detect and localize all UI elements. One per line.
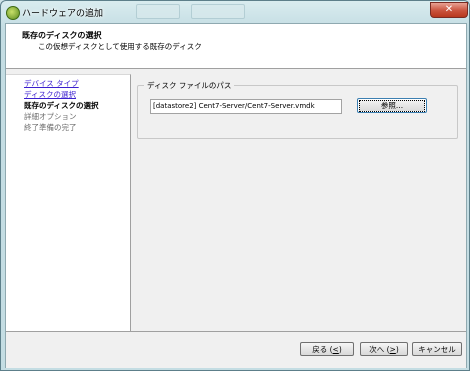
browse-button[interactable]: 参照... <box>357 98 427 113</box>
back-button-label: 戻る ( <box>312 345 333 354</box>
window-title: ハードウェアの追加 <box>22 9 104 19</box>
step-select-disk[interactable]: ディスクの選択 <box>24 89 76 100</box>
step-ready-to-complete: 終了準備の完了 <box>24 123 77 132</box>
next-button-label: 次へ ( <box>369 345 390 354</box>
steps-pane: デバイス タイプ ディスクの選択 既存のディスクの選択 詳細オプション 終了準備… <box>6 74 131 337</box>
background-tab <box>191 4 245 19</box>
next-button[interactable]: 次へ (>) <box>360 342 408 356</box>
disk-path-input[interactable] <box>150 99 342 114</box>
disk-path-group: ディスク ファイルのパス 参照... <box>137 80 458 139</box>
wizard-body: デバイス タイプ ディスクの選択 既存のディスクの選択 詳細オプション 終了準備… <box>6 69 466 337</box>
step-select-existing-disk: 既存のディスクの選択 <box>24 101 99 110</box>
wizard-footer: 戻る (<) 次へ (>) キャンセル <box>6 331 466 368</box>
wizard-client-area: 既存のディスクの選択 この仮想ディスクとして使用する既存のディスク デバイス タ… <box>5 23 467 368</box>
vsphere-app-icon <box>6 6 20 20</box>
wizard-header: 既存のディスクの選択 この仮想ディスクとして使用する既存のディスク <box>6 24 466 69</box>
browse-button-label: 参照... <box>359 100 425 112</box>
close-button[interactable]: ✕ <box>430 2 468 18</box>
next-button-paren: ) <box>395 345 399 354</box>
background-tab <box>136 4 180 19</box>
page-title: 既存のディスクの選択 <box>22 31 102 40</box>
title-bar[interactable]: ハードウェアの追加 ✕ <box>1 1 469 23</box>
back-button-paren: ) <box>338 345 342 354</box>
back-button[interactable]: 戻る (<) <box>300 342 354 356</box>
page-subtitle: この仮想ディスクとして使用する既存のディスク <box>38 42 202 51</box>
step-advanced-options: 詳細オプション <box>24 112 77 121</box>
step-device-type[interactable]: デバイス タイプ <box>24 78 79 89</box>
disk-path-group-label: ディスク ファイルのパス <box>144 80 235 91</box>
cancel-button[interactable]: キャンセル <box>412 342 462 356</box>
add-hardware-window: ハードウェアの追加 ✕ 既存のディスクの選択 この仮想ディスクとして使用する既存… <box>0 0 470 371</box>
